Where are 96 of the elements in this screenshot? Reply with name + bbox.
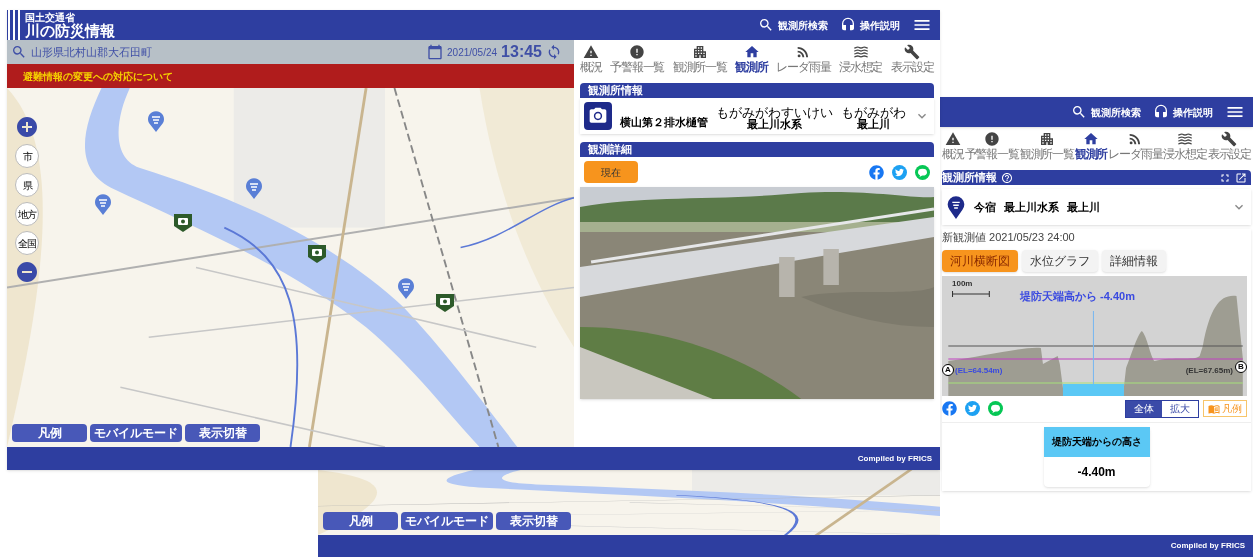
section-title: 観測詳細 [588, 142, 632, 158]
map-button[interactable]: 表示切替 [185, 424, 260, 442]
nav-tab[interactable]: 観測所 [1074, 131, 1108, 162]
wrench-icon [1221, 131, 1238, 147]
wrench-icon [904, 44, 921, 60]
view-tab[interactable]: 河川横断図 [942, 249, 1018, 272]
zoom-out-icon[interactable] [15, 260, 39, 284]
search-button[interactable]: 観測所検索 [1071, 104, 1141, 120]
ministry-label: 国土交通省 [25, 12, 75, 23]
chat-bubble-icon[interactable] [915, 164, 930, 180]
map-button[interactable]: モバイルモード [401, 512, 493, 530]
nav-tab[interactable]: 浸水想定 [838, 44, 883, 75]
twitter-icon[interactable] [965, 401, 980, 416]
zoom-toggle[interactable]: 全体 [1126, 400, 1162, 417]
waves-icon [1177, 131, 1194, 147]
buildings-icon [691, 44, 708, 60]
camera-icon [584, 102, 612, 130]
search-button[interactable]: 観測所検索 [758, 17, 828, 33]
facebook-icon[interactable] [869, 164, 884, 180]
view-tab[interactable]: 水位グラフ [1022, 249, 1098, 272]
notice-link[interactable]: 避難情報の変更への対応について [23, 68, 173, 84]
help-icon[interactable] [1001, 171, 1013, 184]
footer-credit: Compiled by FRICS [1170, 540, 1245, 552]
map-button[interactable]: 凡例 [323, 512, 398, 530]
buildings-icon [1038, 131, 1055, 147]
camera-marker-icon[interactable] [307, 244, 327, 264]
river-system: 最上川水系 [1004, 199, 1059, 215]
nav-tab[interactable]: 観測所一覧 [672, 44, 727, 75]
gauge-pin-icon [946, 195, 966, 219]
home-icon [1083, 131, 1100, 147]
station-card[interactable]: 今宿 最上川水系 最上川 [942, 189, 1251, 225]
nav-tab[interactable]: レーダ雨量 [776, 44, 831, 75]
headset-icon [1153, 104, 1169, 120]
nav-tab[interactable]: 表示設定 [890, 44, 934, 75]
station-name: 今宿 [974, 199, 996, 215]
calendar-icon[interactable] [427, 44, 443, 60]
water-level-label: 堤防天端高から -4.40m [1020, 288, 1135, 304]
location-text: 山形県北村山郡大石田町 [31, 44, 152, 60]
latest-observation: 新観測値 2021/05/23 24:00 [942, 230, 1076, 245]
gauge-marker-icon[interactable] [245, 177, 263, 199]
home-icon [743, 44, 760, 60]
map-button[interactable]: 凡例 [12, 424, 87, 442]
help-button[interactable]: 操作説明 [840, 17, 900, 33]
current-button[interactable]: 現在 [584, 161, 638, 183]
gauge-marker-icon[interactable] [397, 277, 415, 299]
section-title: 観測所情報 [942, 170, 997, 186]
map-button[interactable]: モバイルモード [90, 424, 182, 442]
elevation-label: (EL=64.54m) [955, 364, 1003, 377]
warning-icon [944, 131, 961, 147]
waves-icon [852, 44, 869, 60]
help-button[interactable]: 操作説明 [1153, 104, 1213, 120]
warning-icon [582, 44, 599, 60]
reading-text: もがみがわ [841, 106, 906, 119]
section-title: 観測所情報 [588, 83, 643, 99]
chat-bubble-icon[interactable] [988, 401, 1003, 416]
external-link-icon[interactable] [1235, 171, 1247, 184]
facebook-icon[interactable] [942, 401, 957, 416]
nav-tab[interactable]: 概況 [942, 131, 964, 162]
time-text: 13:45 [501, 42, 542, 62]
nav-tab[interactable]: 浸水想定 [1163, 131, 1207, 162]
headset-icon [840, 17, 856, 33]
camera-marker-icon[interactable] [435, 293, 455, 313]
book-icon [1208, 402, 1220, 415]
date-text: 2021/05/24 [447, 45, 498, 60]
nav-tab[interactable]: 概況 [580, 44, 602, 75]
height-value: -4.40m [1077, 463, 1116, 481]
logo-icon [7, 10, 21, 40]
gauge-marker-icon[interactable] [147, 110, 165, 132]
nav-tab[interactable]: 観測所一覧 [1019, 131, 1074, 162]
twitter-icon[interactable] [892, 164, 907, 180]
refresh-icon[interactable] [546, 44, 562, 60]
map-button[interactable]: 表示切替 [496, 512, 571, 530]
reading-text: もがみがわすいけい [716, 106, 833, 119]
camera-marker-icon[interactable] [173, 213, 193, 233]
scale-label: 100m [952, 277, 973, 290]
footer-credit: Compiled by FRICS [857, 452, 932, 465]
nav-tab[interactable]: レーダ雨量 [1108, 131, 1163, 162]
nav-tab[interactable]: 表示設定 [1207, 131, 1251, 162]
zoom-in-icon[interactable] [15, 115, 39, 139]
nav-tab[interactable]: 予警報一覧 [964, 131, 1019, 162]
station-name: 横山第２排水樋管 [620, 114, 708, 130]
river-name: 最上川 [1067, 199, 1100, 215]
nav-tab[interactable]: 予警報一覧 [610, 44, 665, 75]
alert-icon [983, 131, 1000, 147]
view-tab[interactable]: 詳細情報 [1102, 249, 1166, 272]
river-system: 最上川水系 [747, 119, 802, 130]
search-icon [1071, 104, 1087, 120]
alert-icon [629, 44, 646, 60]
height-title: 堤防天端からの高さ [1051, 435, 1142, 449]
river-name: 最上川 [857, 119, 890, 130]
gauge-marker-icon[interactable] [94, 193, 112, 215]
app-title: 川の防災情報 [25, 22, 115, 38]
nav-tab[interactable]: 観測所 [735, 44, 768, 75]
search-icon [758, 17, 774, 33]
search-icon[interactable] [11, 44, 27, 60]
elevation-label: (EL=67.65m) [1185, 364, 1233, 377]
